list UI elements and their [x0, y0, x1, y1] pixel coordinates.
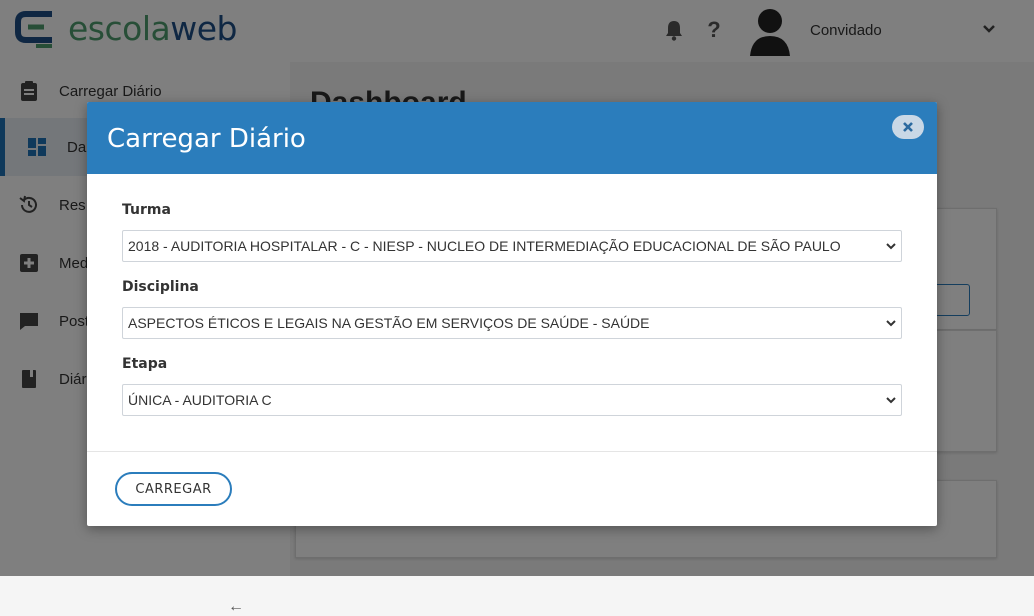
turma-select[interactable]: 2018 - AUDITORIA HOSPITALAR - C - NIESP …	[122, 230, 902, 262]
close-button[interactable]	[892, 115, 924, 139]
carregar-button[interactable]: CARREGAR	[115, 472, 232, 506]
close-icon	[903, 122, 913, 132]
turma-select-value: 2018 - AUDITORIA HOSPITALAR - C - NIESP …	[128, 238, 841, 254]
etapa-select-value: ÚNICA - AUDITORIA C	[128, 392, 272, 408]
modal-header: Carregar Diário	[87, 102, 937, 174]
carregar-diario-modal: Carregar Diário Turma 2018 - AUDITORIA H…	[87, 102, 937, 526]
disciplina-select-value: ASPECTOS ÉTICOS E LEGAIS NA GESTÃO EM SE…	[128, 315, 650, 331]
collapse-sidebar-arrow-icon[interactable]: ←	[228, 598, 244, 616]
etapa-select[interactable]: ÚNICA - AUDITORIA C	[122, 384, 902, 416]
turma-label: Turma	[122, 202, 171, 218]
modal-divider	[87, 451, 937, 452]
chevron-down-icon	[886, 397, 896, 404]
modal-title: Carregar Diário	[107, 124, 306, 154]
chevron-down-icon	[886, 320, 896, 327]
etapa-label: Etapa	[122, 356, 168, 372]
chevron-down-icon	[886, 243, 896, 250]
disciplina-select[interactable]: ASPECTOS ÉTICOS E LEGAIS NA GESTÃO EM SE…	[122, 307, 902, 339]
disciplina-label: Disciplina	[122, 279, 199, 295]
